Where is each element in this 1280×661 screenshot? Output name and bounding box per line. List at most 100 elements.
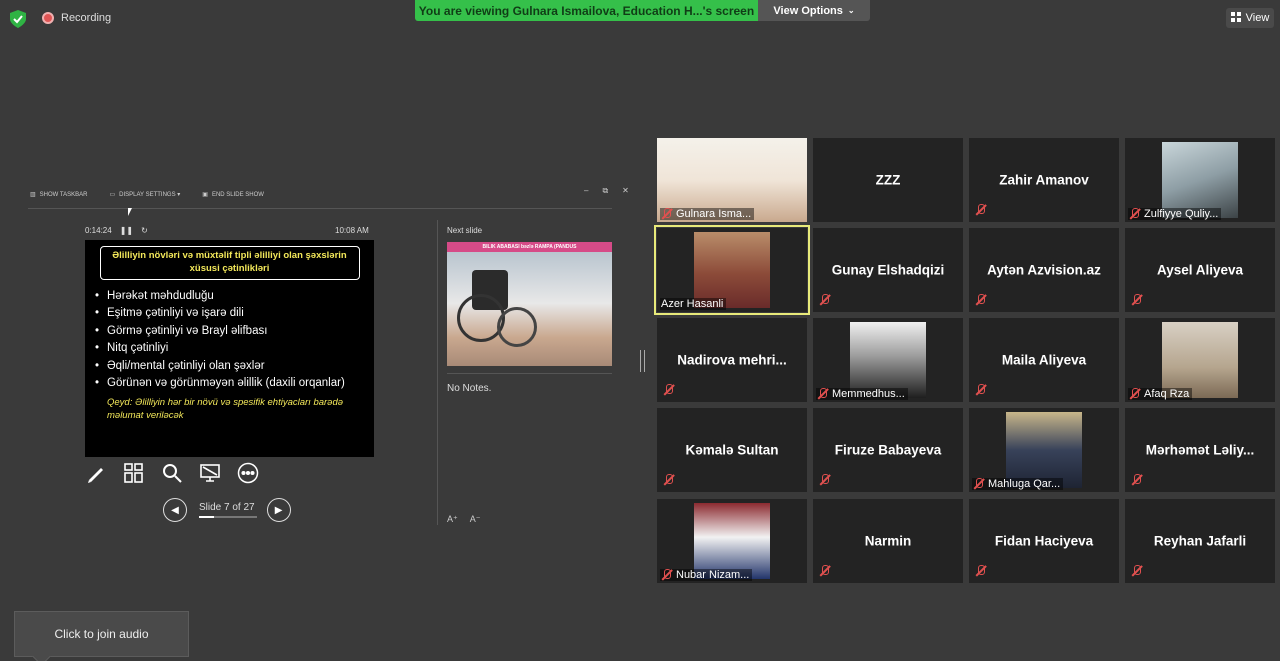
- chevron-down-icon: ⌄: [847, 6, 855, 15]
- minimize-icon[interactable]: –: [584, 186, 588, 196]
- slide-title: Əlilliyin növləri və müxtəlif tipli əlil…: [99, 246, 360, 280]
- participant-tile[interactable]: Kəmalə Sultan: [657, 408, 807, 492]
- recording-indicator[interactable]: Recording: [42, 12, 111, 24]
- security-shield-icon[interactable]: [10, 10, 26, 28]
- slide-progress-bar: [199, 516, 257, 518]
- participant-tile[interactable]: Aysel Aliyeva: [1125, 228, 1275, 312]
- close-icon[interactable]: ✕: [622, 186, 629, 196]
- see-all-slides-icon[interactable]: [123, 462, 145, 484]
- display-settings-label: DISPLAY SETTINGS ▾: [119, 192, 181, 198]
- taskbar-icon: ▥: [30, 192, 36, 198]
- muted-mic-icon: [1131, 474, 1142, 486]
- participant-tile[interactable]: Maila Aliyeva: [969, 318, 1119, 402]
- participant-tile[interactable]: Firuze Babayeva: [813, 408, 963, 492]
- next-slide-preview[interactable]: BILIK ABABASI bəzlə RAMPA (PANDUS: [447, 242, 612, 366]
- muted-mic-icon: [819, 294, 830, 306]
- participant-name-label: Zulfiyye Quliy...: [1128, 208, 1222, 220]
- participant-video: [694, 232, 770, 308]
- participant-name: Maila Aliyeva: [1001, 352, 1087, 368]
- muted-mic-icon: [1131, 294, 1142, 306]
- restore-icon[interactable]: ⧉: [602, 186, 608, 196]
- slide-counter[interactable]: Slide 7 of 27: [199, 502, 257, 518]
- muted-mic-icon: [663, 384, 674, 396]
- participant-tile[interactable]: Zahir Amanov: [969, 138, 1119, 222]
- previous-slide-button[interactable]: ◀: [163, 498, 187, 522]
- participant-name: Zahir Amanov: [999, 172, 1089, 188]
- pen-icon[interactable]: [85, 462, 107, 484]
- arrow-left-icon: ◀: [171, 504, 179, 516]
- participant-tile[interactable]: Nadirova mehri...: [657, 318, 807, 402]
- participant-tile[interactable]: Afaq Rza: [1125, 318, 1275, 402]
- pause-icon[interactable]: ❚❚: [120, 226, 133, 235]
- participant-tile[interactable]: Azer Hasanli: [654, 225, 810, 315]
- participant-name-label: Azer Hasanli: [660, 298, 727, 310]
- participant-tile[interactable]: Gulnara Isma...: [657, 138, 807, 222]
- more-options-icon[interactable]: [237, 462, 259, 484]
- screen-share-banner: You are viewing Gulnara Ismailova, Educa…: [415, 0, 758, 21]
- participant-tile[interactable]: Zulfiyye Quliy...: [1125, 138, 1275, 222]
- black-screen-icon[interactable]: [199, 462, 221, 484]
- clock: 10:08 AM: [335, 226, 369, 235]
- show-taskbar-button[interactable]: ▥ SHOW TASKBAR: [30, 191, 87, 199]
- increase-font-icon[interactable]: A⁺: [447, 514, 458, 525]
- participant-video: [1162, 142, 1238, 218]
- slide-bullet: Hərəkət məhdudluğu: [95, 288, 364, 306]
- muted-mic-icon: [819, 565, 830, 577]
- presenter-tools: [85, 462, 259, 484]
- participant-tile[interactable]: Fidan Haciyeva: [969, 499, 1119, 583]
- participant-name: Gulnara Isma...: [676, 208, 752, 220]
- slide-timer: 0:14:24 ❚❚ ↻: [85, 226, 148, 235]
- muted-mic-icon: [975, 384, 986, 396]
- current-slide: Əlilliyin növləri və müxtəlif tipli əlil…: [85, 240, 374, 457]
- muted-mic-icon: [661, 569, 672, 581]
- display-settings-button[interactable]: ▭ DISPLAY SETTINGS ▾: [109, 191, 180, 198]
- end-show-icon: ▣: [202, 192, 208, 198]
- participant-tile[interactable]: Mahluga Qar...: [969, 408, 1119, 492]
- end-slide-show-button[interactable]: ▣ END SLIDE SHOW: [202, 191, 264, 199]
- muted-mic-icon: [1131, 565, 1142, 577]
- participant-tile[interactable]: Gunay Elshadqizi: [813, 228, 963, 312]
- decrease-font-icon[interactable]: A⁻: [470, 514, 481, 525]
- view-options-button[interactable]: View Options ⌄: [758, 0, 870, 21]
- slide-note: Qeyd: Əlilliyin hər bir növü və spesifik…: [107, 396, 344, 421]
- participant-name-label: Nubar Nizam...: [660, 569, 753, 581]
- participant-tile[interactable]: Aytən Azvision.az: [969, 228, 1119, 312]
- slide-progress-fill: [199, 516, 215, 518]
- view-options-label: View Options: [773, 4, 843, 17]
- participant-name-label: Memmedhus...: [816, 388, 908, 400]
- participant-name: Mahluga Qar...: [988, 478, 1061, 490]
- muted-mic-icon: [975, 204, 986, 216]
- participant-tile[interactable]: Mərhəmət Ləlіy...: [1125, 408, 1275, 492]
- slide-navigation: ◀ Slide 7 of 27 ▶: [163, 498, 291, 522]
- participant-tile[interactable]: Reyhan Jafarli: [1125, 499, 1275, 583]
- reset-timer-icon[interactable]: ↻: [141, 226, 148, 235]
- record-dot-icon: [42, 12, 54, 24]
- participant-name-label: Mahluga Qar...: [972, 478, 1064, 490]
- participant-name: Narmin: [864, 533, 912, 549]
- font-size-controls: A⁺ A⁻: [447, 514, 481, 525]
- recording-label: Recording: [61, 12, 112, 24]
- muted-mic-icon: [1129, 388, 1140, 400]
- slide-counter-label: Slide 7 of 27: [199, 502, 255, 513]
- participant-name: Zulfiyye Quliy...: [1144, 208, 1219, 220]
- timer-value: 0:14:24: [85, 226, 112, 235]
- participant-tile[interactable]: Memmedhus...: [813, 318, 963, 402]
- participant-tile[interactable]: ZZZ: [813, 138, 963, 222]
- zoom-icon[interactable]: [161, 462, 183, 484]
- participant-tile[interactable]: Nubar Nizam...: [657, 499, 807, 583]
- notes-text: No Notes.: [447, 383, 492, 394]
- slide-bullet: Nitq çətinliyi: [95, 340, 364, 358]
- next-slide-header: BILIK ABABASI bəzlə RAMPA (PANDUS: [447, 242, 612, 252]
- participant-name-label: Gulnara Isma...: [660, 208, 755, 220]
- view-button[interactable]: View: [1226, 8, 1274, 28]
- next-slide-button[interactable]: ▶: [266, 498, 291, 522]
- slide-bullet: Görünən və görünməyən əlillik (daxili or…: [95, 375, 364, 393]
- monitor-icon: ▭: [109, 192, 116, 198]
- grid-icon: [1230, 11, 1241, 25]
- slide-bullet: Eşitmə çətinliyi və işarə dili: [95, 305, 364, 323]
- presenter-toolbar: ▥ SHOW TASKBAR ▭ DISPLAY SETTINGS ▾ ▣ END S…: [30, 191, 264, 199]
- splitter-handle[interactable]: [640, 350, 645, 372]
- join-audio-button[interactable]: Click to join audio: [14, 611, 189, 657]
- muted-mic-icon: [661, 208, 672, 220]
- participant-tile[interactable]: Narmin: [813, 499, 963, 583]
